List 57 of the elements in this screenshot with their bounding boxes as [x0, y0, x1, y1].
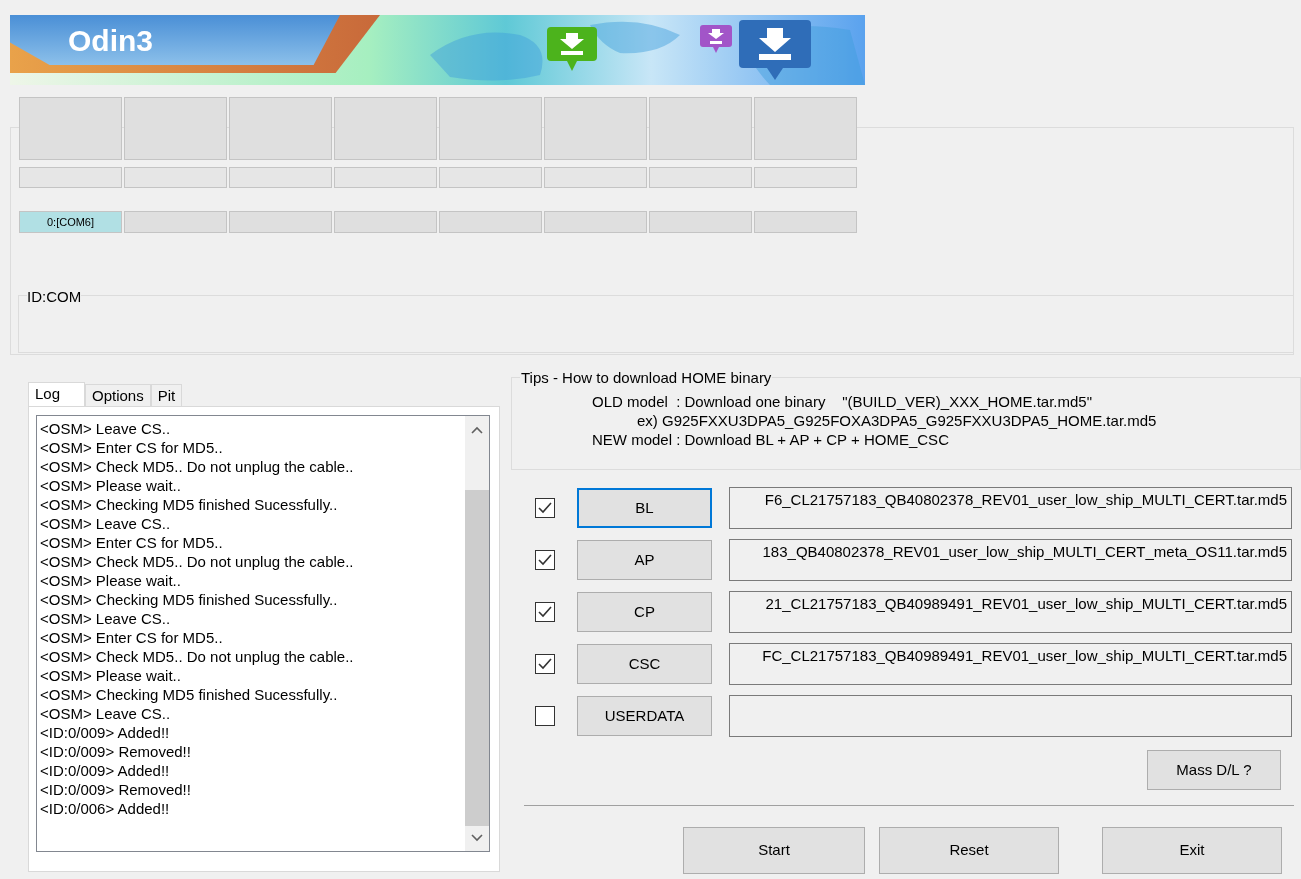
tip-line: ex) G925FXXU3DPA5_G925FOXA3DPA5_G925FXXU3DPA5_HOME.tar.md5	[637, 411, 1157, 430]
log-line: <OSM> Checking MD5 finished Sucessfully..	[40, 590, 338, 609]
log-line: <ID:0/006> Added!!	[40, 799, 170, 818]
checkmark-icon	[538, 606, 552, 618]
log-line: <OSM> Leave CS..	[40, 419, 171, 438]
file-path-field[interactable]: FC_CL21757183_QB40989491_REV01_user_low_ship_MULTI_CERT.tar.md5	[729, 643, 1292, 685]
tab[interactable]: Options	[85, 384, 151, 406]
scrollbar-thumb[interactable]	[465, 490, 489, 826]
checkmark-icon	[538, 502, 552, 514]
log-line: <OSM> Enter CS for MD5..	[40, 438, 223, 457]
com-port-label: 0:[COM6]	[19, 211, 122, 233]
tip-line: NEW model : Download BL + AP + CP + HOME_CSC	[592, 430, 949, 449]
action-button[interactable]: Start	[683, 827, 865, 874]
log-line: <OSM> Checking MD5 finished Sucessfully..	[40, 495, 338, 514]
file-type-button[interactable]: USERDATA	[577, 696, 712, 736]
file-type-button[interactable]: BL	[577, 488, 712, 528]
log-line: <OSM> Checking MD5 finished Sucessfully..	[40, 685, 338, 704]
scrollbar[interactable]	[465, 416, 489, 851]
action-button[interactable]: Exit	[1102, 827, 1282, 874]
app-logo: Odin3	[68, 22, 153, 59]
checkbox[interactable]	[535, 654, 555, 674]
checkbox[interactable]	[535, 602, 555, 622]
log-line: <OSM> Leave CS..	[40, 704, 171, 723]
file-type-button[interactable]: CSC	[577, 644, 712, 684]
log-line: <OSM> Enter CS for MD5..	[40, 533, 223, 552]
log-line: <OSM> Check MD5.. Do not unplug the cable..	[40, 552, 354, 571]
file-path-field[interactable]: 21_CL21757183_QB40989491_REV01_user_low_ship_MULTI_CERT.tar.md5	[729, 591, 1292, 633]
tip-line: OLD model : Download one binary "(BUILD_VER)_XXX_HOME.tar.md5"	[592, 392, 1093, 411]
checkbox[interactable]	[535, 706, 555, 726]
log-line: <OSM> Please wait..	[40, 666, 181, 685]
download-icon	[547, 27, 597, 71]
checkbox[interactable]	[535, 550, 555, 570]
mass-download-button[interactable]: Mass D/L ?	[1147, 750, 1281, 790]
download-icon	[700, 25, 732, 53]
log-line: <OSM> Leave CS..	[40, 514, 171, 533]
file-path-field[interactable]	[729, 695, 1292, 737]
file-path-field[interactable]: F6_CL21757183_QB40802378_REV01_user_low_ship_MULTI_CERT.tar.md5	[729, 487, 1292, 529]
log-line: <OSM> Enter CS for MD5..	[40, 628, 223, 647]
download-icon	[739, 20, 811, 82]
log-line: <ID:0/009> Added!!	[40, 761, 170, 780]
log-line: <OSM> Check MD5.. Do not unplug the cable..	[40, 457, 354, 476]
log-line: <ID:0/009> Added!!	[40, 723, 170, 742]
action-button[interactable]: Reset	[879, 827, 1059, 874]
file-type-button[interactable]: CP	[577, 592, 712, 632]
log-line: <OSM> Please wait..	[40, 571, 181, 590]
checkmark-icon	[538, 658, 552, 670]
log-line: <OSM> Please wait..	[40, 476, 181, 495]
log-line: <OSM> Check MD5.. Do not unplug the cable..	[40, 647, 354, 666]
file-type-button[interactable]: AP	[577, 540, 712, 580]
log-line: <ID:0/009> Removed!!	[40, 742, 191, 761]
tab[interactable]: Log	[28, 382, 85, 406]
log-line: <ID:0/009> Removed!!	[40, 780, 191, 799]
log-line: <OSM> Leave CS..	[40, 609, 171, 628]
checkmark-icon	[538, 554, 552, 566]
tab[interactable]: Pit	[150, 384, 183, 406]
file-path-field[interactable]: 183_QB40802378_REV01_user_low_ship_MULTI_CERT_meta_OS11.tar.md5	[729, 539, 1292, 581]
checkbox[interactable]	[535, 498, 555, 518]
